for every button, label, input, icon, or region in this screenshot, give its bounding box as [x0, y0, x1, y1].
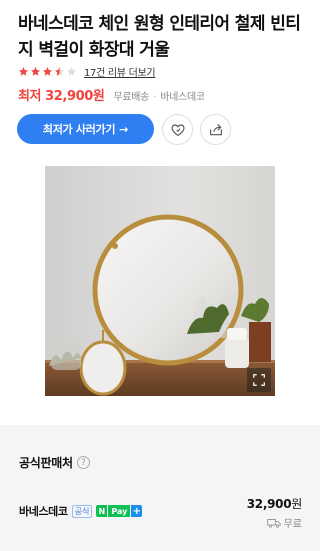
share-button[interactable] — [200, 114, 231, 145]
buy-lowest-button[interactable]: 최저가 사러가기 → — [17, 114, 154, 144]
seller-price: 32,900원 — [246, 495, 303, 512]
seller-row-name: 바네스데코 — [19, 505, 68, 518]
buy-lowest-label: 최저가 사러가기 — [42, 123, 116, 136]
seller-price-number: 32,900 — [246, 497, 292, 511]
star-rating — [18, 66, 78, 77]
shipping-info: 무료배송 — [113, 92, 150, 103]
review-link[interactable]: 17건 리뷰 더보기 — [84, 64, 156, 79]
like-button[interactable] — [162, 114, 193, 145]
separator-dot: · — [153, 92, 157, 103]
expand-icon — [253, 374, 265, 386]
seller-shipping-text: 무료 — [283, 519, 302, 530]
product-photo — [45, 166, 275, 396]
expand-image-button[interactable] — [247, 368, 271, 392]
star-icon — [42, 66, 53, 77]
price-row: 최저 32,900원 무료배송 · 바네스데코 — [18, 85, 205, 105]
empty-star-icon — [66, 66, 77, 77]
npay-label: Pay — [108, 505, 131, 517]
heart-plus-icon — [171, 123, 184, 136]
share-icon — [209, 123, 222, 135]
arrow-right-icon: → — [119, 122, 129, 136]
lowest-price: 32,900원 — [45, 89, 105, 104]
half-star-icon — [54, 66, 65, 77]
npay-n-icon: N — [96, 505, 108, 517]
official-badge: 공식 — [71, 504, 93, 518]
npay-plus-icon: + — [131, 505, 143, 517]
naver-pay-badge: N Pay + — [96, 505, 143, 517]
price-prefix: 최저 — [18, 89, 42, 104]
section-title-text: 공식판매처 — [19, 456, 73, 470]
rating-row: 17건 리뷰 더보기 — [18, 64, 156, 79]
help-icon[interactable]: ? — [76, 456, 90, 469]
star-icon — [18, 66, 29, 77]
seller-shipping: 무료 — [247, 515, 302, 530]
seller-name: 바네스데코 — [160, 92, 205, 103]
seller-row[interactable]: 바네스데코 공식 N Pay + — [19, 503, 143, 519]
seller-price-block: 32,900원 무료 — [246, 495, 303, 530]
truck-icon — [266, 518, 281, 528]
star-icon — [30, 66, 41, 77]
product-image[interactable] — [45, 166, 275, 396]
section-title: 공식판매처 ? — [19, 454, 90, 471]
seller-price-unit: 원 — [291, 497, 302, 511]
official-sellers-section: 공식판매처 ? 바네스데코 공식 N Pay + 32,900원 무료 — [0, 425, 320, 551]
product-title: 바네스데코 체인 원형 인테리어 철제 빈티지 벽걸이 화장대 거울 — [18, 14, 301, 60]
